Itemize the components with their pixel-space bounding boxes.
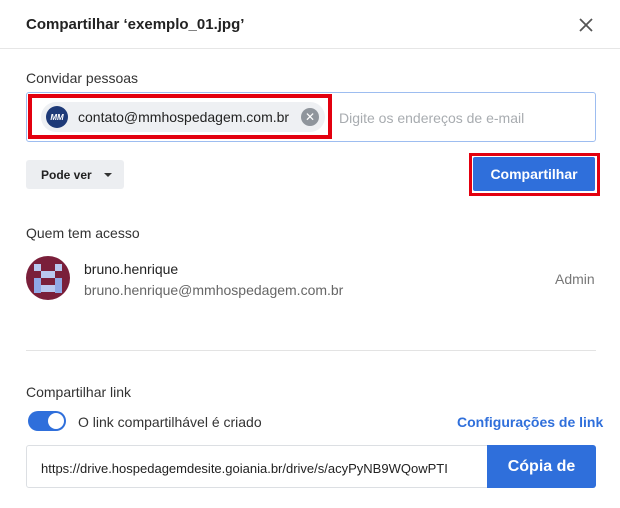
link-toggle[interactable]: [28, 411, 66, 431]
share-button[interactable]: Compartilhar: [473, 157, 595, 191]
share-dialog: Compartilhar ‘exemplo_01.jpg’ Convidar p…: [0, 0, 620, 508]
close-icon[interactable]: [574, 13, 598, 37]
close-icon-svg: [579, 18, 593, 32]
toggle-label: O link compartilhável é criado: [78, 414, 262, 430]
invite-label: Convidar pessoas: [26, 70, 139, 86]
section-divider: [26, 350, 596, 351]
email-recipients-field[interactable]: MM contato@mmhospedagem.com.br ✕: [26, 92, 596, 142]
share-url-box[interactable]: [26, 445, 496, 488]
chevron-down-icon: [103, 172, 112, 177]
share-url-field[interactable]: [39, 457, 491, 479]
recipient-chip[interactable]: MM contato@mmhospedagem.com.br ✕: [41, 102, 325, 132]
avatar: [26, 256, 70, 300]
recipient-email: contato@mmhospedagem.com.br: [78, 109, 290, 125]
permission-dropdown[interactable]: Pode ver: [26, 160, 124, 189]
dialog-title: Compartilhar ‘exemplo_01.jpg’: [26, 16, 245, 33]
user-role: Admin: [555, 271, 595, 287]
identicon-icon: [26, 256, 70, 300]
user-email: bruno.henrique@mmhospedagem.com.br: [84, 282, 344, 298]
share-link-label: Compartilhar link: [26, 384, 132, 400]
close-circle-icon[interactable]: ✕: [301, 108, 319, 126]
access-label: Quem tem acesso: [26, 225, 140, 241]
permission-label: Pode ver: [41, 167, 92, 182]
recipient-avatar: MM: [46, 106, 68, 128]
copy-button[interactable]: Cópia de: [487, 445, 596, 488]
toggle-knob: [48, 413, 64, 429]
header-divider: [0, 48, 620, 49]
link-settings-link[interactable]: Configurações de link: [457, 414, 603, 430]
user-name: bruno.henrique: [84, 261, 179, 277]
email-input[interactable]: [337, 107, 591, 129]
